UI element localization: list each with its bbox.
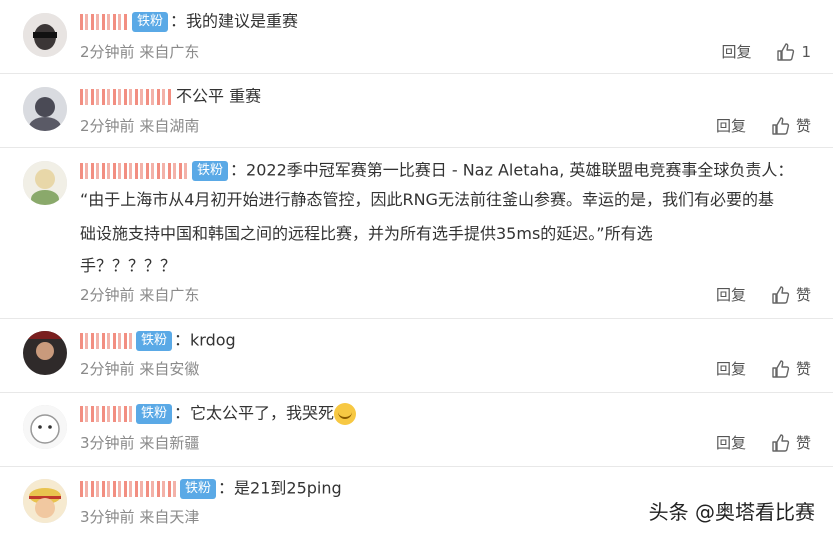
thumbs-up-icon bbox=[772, 286, 790, 304]
comment-meta: 3分钟前 来自新疆 bbox=[80, 433, 199, 453]
comment-line: 不公平 重赛 bbox=[80, 82, 261, 111]
comment-location: 来自湖南 bbox=[139, 117, 200, 135]
comment-item: 不公平 重赛 2分钟前 来自湖南 回复 赞 bbox=[0, 74, 833, 148]
thumbs-up-icon bbox=[777, 43, 795, 61]
comment-actions: 回复 赞 bbox=[716, 116, 811, 136]
comment-item: 铁粉 ：2022季中冠军赛第一比赛日 - Naz Aletaha, 英雄联盟电竞赛… bbox=[0, 148, 833, 319]
comment-actions: 回复 赞 bbox=[716, 359, 811, 379]
comment-meta: 2分钟前 来自广东 bbox=[80, 285, 199, 305]
comment-text: 我的建议是重赛 bbox=[186, 11, 299, 31]
like-label: 赞 bbox=[795, 117, 811, 135]
fan-badge[interactable]: 铁粉 bbox=[132, 11, 169, 32]
avatar[interactable] bbox=[23, 87, 67, 131]
comment-time: 3分钟前 bbox=[80, 434, 135, 452]
comment-item: 铁粉 ：我的建议是重赛 2分钟前 来自广东 回复 1 bbox=[0, 0, 833, 74]
comment-text: 不公平 重赛 bbox=[176, 86, 262, 106]
reply-button[interactable]: 回复 bbox=[721, 42, 751, 62]
reply-button[interactable]: 回复 bbox=[716, 433, 746, 453]
comment-body-line: 础设施支持中国和韩国之间的远程比赛，并为所有选手提供35ms的延迟。”所有选 bbox=[80, 224, 653, 243]
comment-text: 2022季中冠军赛第一比赛日 - Naz Aletaha, 英雄联盟电竞赛事全球… bbox=[246, 160, 794, 180]
crying-face-icon bbox=[334, 402, 357, 425]
comment-time: 3分钟前 bbox=[80, 508, 135, 526]
username[interactable] bbox=[80, 162, 188, 179]
comment-location: 来自新疆 bbox=[139, 434, 200, 452]
comment-body-line: 手？？？？？ bbox=[80, 256, 177, 275]
thumbs-up-icon bbox=[772, 434, 790, 452]
comment-actions: 回复 赞 bbox=[716, 433, 811, 453]
avatar[interactable] bbox=[23, 405, 67, 449]
comment-time: 2分钟前 bbox=[80, 117, 135, 135]
comment-actions: 回复 赞 bbox=[716, 285, 811, 305]
watermark: 头条 @奥塔看比赛 bbox=[648, 500, 815, 524]
comment-meta: 2分钟前 来自安徽 bbox=[80, 359, 199, 379]
comment-line: 铁粉 ：我的建议是重赛 bbox=[80, 7, 298, 36]
comment-text: 它太公平了，我哭死 bbox=[190, 403, 335, 423]
comment-meta: 3分钟前 来自天津 bbox=[80, 507, 199, 527]
avatar[interactable] bbox=[23, 13, 67, 57]
comment-location: 来自广东 bbox=[139, 286, 200, 304]
comment-line: 铁粉 ：krdog bbox=[80, 326, 236, 355]
avatar[interactable] bbox=[23, 161, 67, 205]
fan-badge[interactable]: 铁粉 bbox=[180, 478, 217, 499]
avatar[interactable] bbox=[23, 331, 67, 375]
comment-time: 2分钟前 bbox=[80, 360, 135, 378]
fan-badge[interactable]: 铁粉 bbox=[192, 160, 229, 181]
comment-item: 铁粉 ：krdog 2分钟前 来自安徽 回复 赞 bbox=[0, 319, 833, 393]
like-button[interactable]: 1 bbox=[775, 42, 811, 62]
comment-body-line: “由于上海市从4月初开始进行静态管控，因此RNG无法前往釜山参赛。幸运的是，我们… bbox=[80, 190, 774, 209]
comment-line: 铁粉 ：它太公平了，我哭死 bbox=[80, 399, 357, 428]
comment-time: 2分钟前 bbox=[80, 286, 135, 304]
like-label: 赞 bbox=[795, 286, 811, 304]
comment-location: 来自安徽 bbox=[139, 360, 200, 378]
comment-meta: 2分钟前 来自广东 bbox=[80, 42, 199, 62]
like-label: 赞 bbox=[795, 434, 811, 452]
fan-badge[interactable]: 铁粉 bbox=[136, 403, 173, 424]
reply-button[interactable]: 回复 bbox=[716, 116, 746, 136]
like-label: 赞 bbox=[795, 360, 811, 378]
comment-line: 铁粉 ：2022季中冠军赛第一比赛日 - Naz Aletaha, 英雄联盟电竞赛… bbox=[80, 156, 793, 185]
comment-text: 是21到25ping bbox=[234, 478, 342, 498]
comment-item: 铁粉 ：它太公平了，我哭死 3分钟前 来自新疆 回复 赞 bbox=[0, 393, 833, 467]
username[interactable] bbox=[80, 88, 172, 105]
like-button[interactable]: 赞 bbox=[770, 285, 811, 305]
avatar[interactable] bbox=[23, 479, 67, 523]
comment-meta: 2分钟前 来自湖南 bbox=[80, 116, 199, 136]
thumbs-up-icon bbox=[772, 360, 790, 378]
username[interactable] bbox=[80, 13, 128, 30]
fan-badge[interactable]: 铁粉 bbox=[136, 330, 173, 351]
like-button[interactable]: 赞 bbox=[770, 433, 811, 453]
like-button[interactable]: 赞 bbox=[770, 116, 811, 136]
like-button[interactable]: 赞 bbox=[770, 359, 811, 379]
comment-location: 来自广东 bbox=[139, 43, 200, 61]
username[interactable] bbox=[80, 332, 132, 349]
comment-line: 铁粉 ：是21到25ping bbox=[80, 474, 342, 503]
thumbs-up-icon bbox=[772, 117, 790, 135]
reply-button[interactable]: 回复 bbox=[716, 285, 746, 305]
comment-time: 2分钟前 bbox=[80, 43, 135, 61]
comment-actions: 回复 1 bbox=[721, 42, 811, 62]
username[interactable] bbox=[80, 405, 132, 422]
like-count: 1 bbox=[801, 43, 811, 61]
comment-text: krdog bbox=[190, 330, 236, 350]
comment-location: 来自天津 bbox=[139, 508, 200, 526]
username[interactable] bbox=[80, 480, 176, 497]
reply-button[interactable]: 回复 bbox=[716, 359, 746, 379]
